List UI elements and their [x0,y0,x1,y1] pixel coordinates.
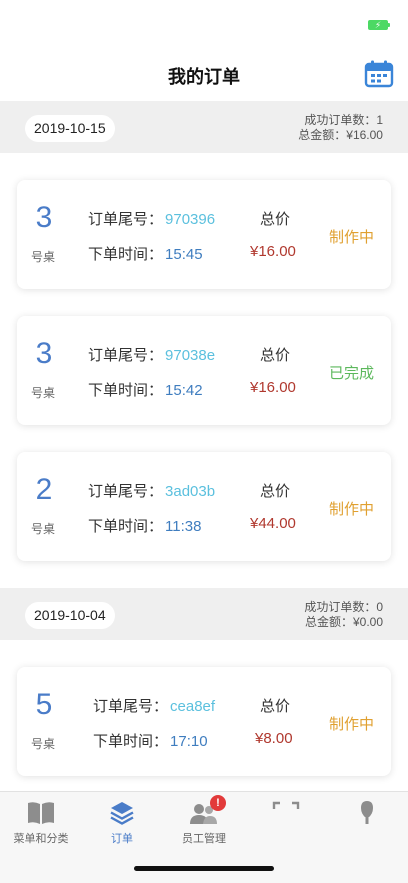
notification-badge: ! [210,795,226,811]
table-label: 号桌 [31,737,56,751]
order-time: 15:42 [165,382,203,399]
order-number: 970396 [165,211,216,228]
table-number: 3 [35,337,53,370]
order-number-row: 订单尾号： cea8ef [93,695,215,716]
tab-staff[interactable]: ! 员工管理 [164,795,244,846]
order-number-label: 订单尾号： [88,347,164,364]
order-number-row: 订单尾号： 97038e [88,344,215,365]
order-number: 3ad03b [165,483,216,500]
order-card[interactable]: 2 号桌 订单尾号： 3ad03b 下单时间： 11:38 总价 ¥44.00 … [17,452,391,561]
order-time-label: 下单时间： [93,733,169,750]
table-number: 5 [35,688,53,721]
order-time-row: 下单时间： 11:38 [88,515,201,536]
order-time-row: 下单时间： 17:10 [93,730,208,751]
order-status: 制作中 [329,229,375,246]
profile-icon [327,799,407,827]
tab-scan[interactable] [246,799,326,830]
users-icon: ! [164,795,244,827]
date-label: 2019-10-15 [25,115,115,142]
order-number-label: 订单尾号： [88,483,164,500]
page-title: 我的订单 [168,67,240,87]
home-indicator [134,866,274,871]
success-count: 成功订单数：0 [304,600,383,614]
order-time-label: 下单时间： [88,246,164,263]
battery-icon: ⚡ [368,20,390,30]
order-number-label: 订单尾号： [88,211,164,228]
order-time-row: 下单时间： 15:42 [88,379,203,400]
order-number-label: 订单尾号： [93,698,169,715]
order-number-row: 订单尾号： 970396 [88,208,215,229]
book-icon [1,799,81,827]
date-summary: 成功订单数：0 总金额：¥0.00 [304,600,383,630]
order-time: 11:38 [165,518,202,535]
total-amount: 总金额：¥16.00 [298,128,383,142]
success-count: 成功订单数：1 [304,113,383,127]
order-price: ¥44.00 [250,515,296,532]
tab-label: 菜单和分类 [13,833,69,845]
order-card[interactable]: 3 号桌 订单尾号： 970396 下单时间： 15:45 总价 ¥16.00 … [17,180,391,289]
order-price: ¥16.00 [250,243,296,260]
table-number: 3 [35,201,53,234]
order-status: 制作中 [329,501,375,518]
tab-label: 订单 [111,833,133,845]
status-bar: ⚡ [0,0,408,44]
order-card[interactable]: 5 号桌 订单尾号： cea8ef 下单时间： 17:10 总价 ¥8.00 制… [17,667,391,776]
tab-orders[interactable]: 订单 [82,799,162,846]
order-number-row: 订单尾号： 3ad03b [88,480,215,501]
date-group-header: 2019-10-04 成功订单数：0 总金额：¥0.00 [0,588,408,640]
tab-profile[interactable] [327,799,407,830]
order-number: 97038e [165,347,216,364]
order-time-row: 下单时间： 15:45 [88,243,203,264]
order-price: ¥8.00 [255,730,293,747]
order-number: cea8ef [170,698,216,715]
calendar-icon[interactable] [364,59,394,89]
total-label: 总价 [260,211,291,228]
total-label: 总价 [260,698,291,715]
total-amount: 总金额：¥0.00 [304,615,383,629]
date-summary: 成功订单数：1 总金额：¥16.00 [298,113,383,143]
order-time: 17:10 [170,733,208,750]
tab-label: 员工管理 [182,833,226,845]
order-list[interactable]: 2019-10-15 成功订单数：1 总金额：¥16.00 3 号桌 订单尾号：… [0,101,408,791]
order-time-label: 下单时间： [88,518,164,535]
order-card[interactable]: 3 号桌 订单尾号： 97038e 下单时间： 15:42 总价 ¥16.00 … [17,316,391,425]
order-time-label: 下单时间： [88,382,164,399]
scan-icon [246,799,326,827]
header: 我的订单 [0,50,408,100]
table-number: 2 [35,473,53,506]
order-time: 15:45 [165,246,203,263]
order-price: ¥16.00 [250,379,296,396]
table-label: 号桌 [31,386,56,400]
table-label: 号桌 [31,250,56,264]
date-label: 2019-10-04 [25,602,115,629]
date-group-header: 2019-10-15 成功订单数：1 总金额：¥16.00 [0,101,408,153]
order-status: 已完成 [329,365,375,382]
total-label: 总价 [260,483,291,500]
layers-icon [82,799,162,827]
total-label: 总价 [260,347,291,364]
tab-menu-category[interactable]: 菜单和分类 [1,799,81,846]
table-label: 号桌 [31,522,56,536]
order-status: 制作中 [329,716,375,733]
